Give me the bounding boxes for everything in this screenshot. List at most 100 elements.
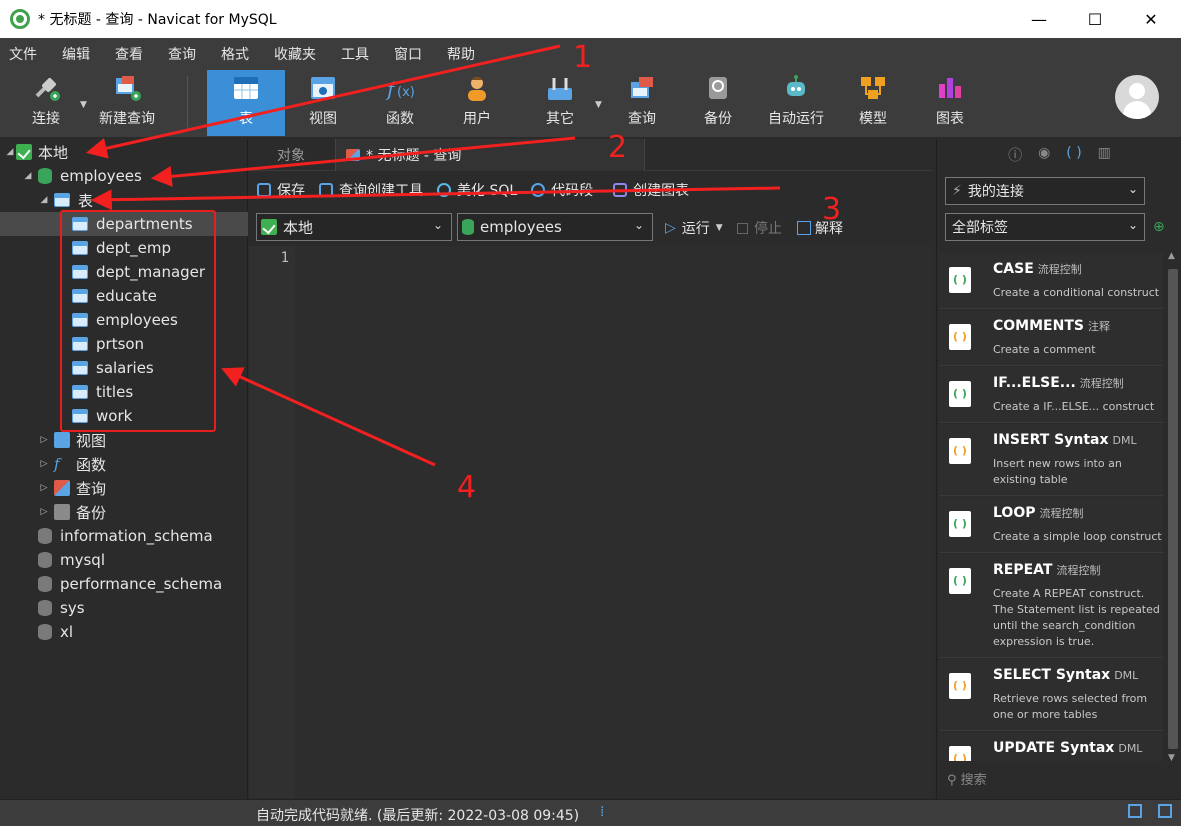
other-button[interactable]: 其它 <box>520 70 600 136</box>
expanded-caret-icon[interactable]: ◢ <box>22 171 34 181</box>
connection-select[interactable]: 本地 ⌄ <box>256 213 452 241</box>
other-dropdown-icon[interactable]: ▼ <box>595 100 602 110</box>
create-chart-button[interactable]: 创建图表 <box>613 180 689 200</box>
run-button[interactable]: ▷ 运行 ▼ <box>665 218 723 238</box>
collapsed-caret-icon[interactable]: ▷ <box>38 483 50 493</box>
model-button[interactable]: 模型 <box>840 70 906 136</box>
connect-button[interactable]: 连接 <box>14 70 78 136</box>
tree-database-item[interactable]: sys <box>0 596 248 620</box>
tree-database-item[interactable]: xl <box>0 620 248 644</box>
menu-window[interactable]: 窗口 <box>385 44 438 64</box>
snippet-item[interactable]: ( ) INSERT Syntax DML Insert new rows int… <box>939 424 1163 496</box>
save-button[interactable]: 保存 <box>257 180 305 200</box>
menu-help[interactable]: 帮助 <box>438 44 491 64</box>
collapsed-caret-icon[interactable]: ▷ <box>38 507 50 517</box>
annotation-label: 2 <box>608 130 628 165</box>
annotation-label: 4 <box>457 470 477 505</box>
table-button[interactable]: 表 <box>207 70 285 136</box>
menu-view[interactable]: 查看 <box>106 44 159 64</box>
query-builder-button[interactable]: 查询创建工具 <box>319 180 423 200</box>
menu-file[interactable]: 文件 <box>0 44 53 64</box>
tables-node-label: 表 <box>78 191 94 210</box>
collapsed-caret-icon[interactable]: ▷ <box>38 435 50 445</box>
scrollbar-thumb[interactable] <box>1168 269 1178 749</box>
tab-untitled-query[interactable]: * 无标题 - 查询 <box>335 139 645 171</box>
tree-database-employees[interactable]: ◢ employees <box>0 164 248 188</box>
backup-icon <box>54 504 70 520</box>
tree-database-item[interactable]: mysql <box>0 548 248 572</box>
layout-right-icon[interactable] <box>1158 804 1172 818</box>
layout-icon[interactable]: ▥ <box>1098 145 1111 165</box>
tree-database-item[interactable]: performance_schema <box>0 572 248 596</box>
function-button[interactable]: f (x) 函数 <box>361 70 439 136</box>
connection-icon <box>261 219 277 235</box>
chevron-down-icon: ⌄ <box>1127 218 1138 232</box>
snippet-item[interactable]: ( ) IF...ELSE... 流程控制 Create a IF...ELSE.… <box>939 367 1163 423</box>
maximize-button[interactable]: ☐ <box>1067 0 1123 38</box>
expanded-caret-icon[interactable]: ◢ <box>4 147 16 157</box>
backup-button[interactable]: 备份 <box>682 70 754 136</box>
plug-icon: ⚡ <box>952 183 962 199</box>
scroll-down-icon[interactable]: ▼ <box>1168 753 1175 763</box>
tree-backups-node[interactable]: ▷ 备份 <box>0 500 248 524</box>
tree-database-item[interactable]: information_schema <box>0 524 248 548</box>
close-button[interactable]: ✕ <box>1123 0 1179 38</box>
add-tag-icon[interactable]: ⊕ <box>1153 219 1165 235</box>
run-label: 运行 <box>681 221 710 237</box>
stop-button[interactable]: 停止 <box>737 218 782 238</box>
menu-edit[interactable]: 编辑 <box>53 44 106 64</box>
automation-button[interactable]: 自动运行 <box>758 70 834 136</box>
view-button[interactable]: 视图 <box>285 70 361 136</box>
user-button[interactable]: 用户 <box>439 70 515 136</box>
connect-dropdown-icon[interactable]: ▼ <box>80 100 87 110</box>
model-label: 模型 <box>859 111 887 127</box>
code-snippet-button[interactable]: 代码段 <box>531 180 593 200</box>
snippet-item[interactable]: ( ) COMMENTS 注释 Create a comment <box>939 310 1163 366</box>
preview-icon[interactable]: ◉ <box>1038 145 1050 165</box>
code-snippet-tab-icon[interactable]: ( ) <box>1066 145 1081 165</box>
menu-query[interactable]: 查询 <box>159 44 212 64</box>
snippet-item[interactable]: ( ) LOOP 流程控制 Create a simple loop constr… <box>939 497 1163 553</box>
snippet-search[interactable]: ⚲ 搜索 <box>947 769 987 788</box>
new-query-button[interactable]: 新建查询 <box>94 70 160 136</box>
tree-functions-node[interactable]: ▷ f 函数 <box>0 452 248 476</box>
editor-tab-strip: 对象 * 无标题 - 查询 <box>249 139 933 171</box>
user-avatar[interactable] <box>1115 75 1159 119</box>
snippet-item[interactable]: ( ) CASE 流程控制 Create a conditional constr… <box>939 253 1163 309</box>
connection-filter-select[interactable]: ⚡ 我的连接 ⌄ <box>945 177 1145 205</box>
scroll-up-icon[interactable]: ▲ <box>1168 251 1175 261</box>
collapsed-caret-icon[interactable]: ▷ <box>38 459 50 469</box>
database-select[interactable]: employees ⌄ <box>457 213 653 241</box>
snippet-file-icon: ( ) <box>949 746 971 761</box>
queries-label: 查询 <box>76 479 107 498</box>
database-name: information_schema <box>60 527 213 545</box>
tree-tables-node[interactable]: ◢ 表 <box>0 188 248 212</box>
query-button[interactable]: 查询 <box>606 70 678 136</box>
menu-format[interactable]: 格式 <box>212 44 265 64</box>
snippet-item[interactable]: ( ) UPDATE Syntax DML <box>939 732 1163 761</box>
run-dropdown-icon[interactable]: ▼ <box>716 223 723 233</box>
connect-label: 连接 <box>32 111 60 127</box>
info-icon[interactable]: ⓘ <box>1008 145 1022 165</box>
tab-objects[interactable]: 对象 <box>277 139 305 171</box>
panel-tab-icons: ⓘ ◉ ( ) ▥ <box>937 145 1181 165</box>
user-icon <box>462 74 492 102</box>
snippet-item[interactable]: ( ) REPEAT 流程控制 Create A REPEAT construct… <box>939 554 1163 658</box>
layout-left-icon[interactable] <box>1128 804 1142 818</box>
query-tab-icon <box>346 149 360 161</box>
chart-button[interactable]: 图表 <box>914 70 986 136</box>
sql-editor[interactable]: 1 <box>249 246 933 798</box>
snippet-description: Create a simple loop construct <box>993 530 1162 543</box>
snippet-item[interactable]: ( ) SELECT Syntax DML Retrieve rows selec… <box>939 659 1163 731</box>
tree-queries-node[interactable]: ▷ 查询 <box>0 476 248 500</box>
expanded-caret-icon[interactable]: ◢ <box>38 195 50 205</box>
snippet-scrollbar[interactable]: ▲ ▼ <box>1165 251 1181 763</box>
backup-label: 备份 <box>704 111 732 127</box>
tree-connection-local[interactable]: ◢ 本地 <box>0 140 248 164</box>
database-icon <box>38 168 52 184</box>
menu-tools[interactable]: 工具 <box>332 44 385 64</box>
tag-filter-select[interactable]: 全部标签 ⌄ <box>945 213 1145 241</box>
beautify-sql-button[interactable]: 美化 SQL <box>437 180 517 200</box>
menu-favorites[interactable]: 收藏夹 <box>265 44 332 64</box>
minimize-button[interactable]: — <box>1011 0 1067 38</box>
